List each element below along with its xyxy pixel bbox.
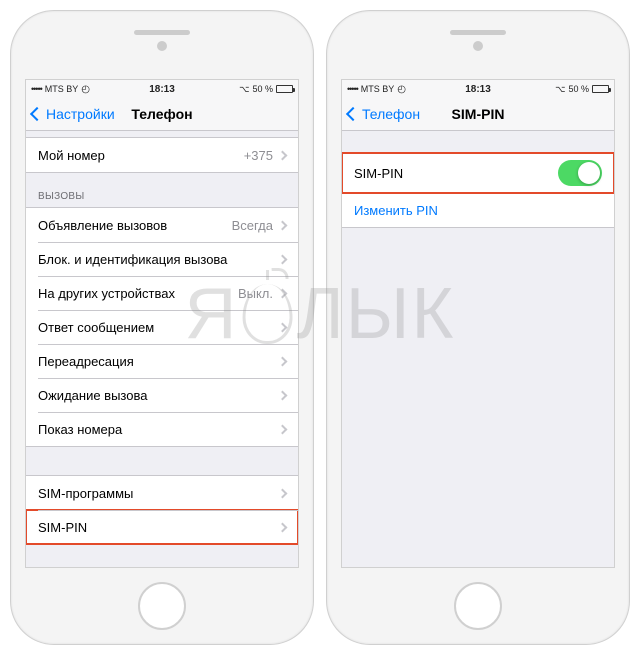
chevron-right-icon: [278, 424, 288, 434]
back-button[interactable]: Телефон: [348, 106, 420, 122]
row-block-id[interactable]: Блок. и идентификация вызова: [26, 242, 298, 276]
back-label: Настройки: [46, 106, 115, 122]
screen-right: MTS BY ◴ 18:13 ⌥ 50 % Телефон SIM-PIN SI…: [341, 79, 615, 568]
status-time: 18:13: [465, 84, 491, 95]
bluetooth-icon: ⌥: [555, 84, 565, 95]
chevron-right-icon: [278, 288, 288, 298]
row-label: SIM-PIN: [354, 166, 558, 181]
row-other-devices[interactable]: На других устройствах Выкл.: [26, 276, 298, 310]
row-label: Изменить PIN: [354, 203, 602, 218]
row-label: Мой номер: [38, 148, 244, 163]
toggle-on-icon[interactable]: [558, 160, 602, 186]
chevron-right-icon: [278, 254, 288, 264]
row-label: Объявление вызовов: [38, 218, 232, 233]
wifi-icon: ◴: [397, 84, 406, 95]
phone-right: MTS BY ◴ 18:13 ⌥ 50 % Телефон SIM-PIN SI…: [326, 10, 630, 645]
navbar: Телефон SIM-PIN: [342, 98, 614, 131]
back-label: Телефон: [362, 106, 420, 122]
carrier-label: MTS BY: [45, 84, 79, 94]
row-label: SIM-PIN: [38, 520, 279, 535]
status-time: 18:13: [149, 84, 175, 95]
row-announce-calls[interactable]: Объявление вызовов Всегда: [26, 208, 298, 242]
row-change-pin[interactable]: Изменить PIN: [342, 193, 614, 227]
row-value: Выкл.: [238, 286, 273, 301]
battery-icon: [276, 85, 293, 93]
group-change-pin: Изменить PIN: [342, 193, 614, 228]
page-title: Телефон: [131, 106, 192, 122]
row-sim-apps[interactable]: SIM-программы: [26, 476, 298, 510]
row-sim-pin[interactable]: SIM-PIN: [26, 510, 298, 544]
row-label: Ответ сообщением: [38, 320, 279, 335]
bluetooth-icon: ⌥: [239, 84, 249, 95]
row-value: Всегда: [232, 218, 273, 233]
group-my-number: Мой номер +375: [26, 137, 298, 173]
row-label: Переадресация: [38, 354, 279, 369]
battery-pct: 50 %: [568, 84, 589, 94]
group-sim-pin-toggle: SIM-PIN: [342, 153, 614, 193]
statusbar: MTS BY ◴ 18:13 ⌥ 50 %: [342, 80, 614, 98]
home-button[interactable]: [454, 582, 502, 630]
screen-left: MTS BY ◴ 18:13 ⌥ 50 % Настройки Телефон …: [25, 79, 299, 568]
battery-icon: [592, 85, 609, 93]
row-label: SIM-программы: [38, 486, 279, 501]
chevron-right-icon: [278, 488, 288, 498]
content[interactable]: SIM-PIN Изменить PIN: [342, 131, 614, 567]
back-button[interactable]: Настройки: [32, 106, 115, 122]
home-button[interactable]: [138, 582, 186, 630]
page-title: SIM-PIN: [452, 106, 505, 122]
row-label: На других устройствах: [38, 286, 238, 301]
section-header-calls: ВЫЗОВЫ: [26, 173, 298, 207]
content[interactable]: Мой номер +375 ВЫЗОВЫ Объявление вызовов…: [26, 131, 298, 567]
row-forwarding[interactable]: Переадресация: [26, 344, 298, 378]
chevron-right-icon: [278, 322, 288, 332]
chevron-left-icon: [30, 107, 44, 121]
row-value: +375: [244, 148, 273, 163]
chevron-right-icon: [278, 390, 288, 400]
chevron-right-icon: [278, 220, 288, 230]
row-sim-pin-toggle[interactable]: SIM-PIN: [342, 154, 614, 192]
signal-dots-icon: [31, 84, 42, 94]
row-call-waiting[interactable]: Ожидание вызова: [26, 378, 298, 412]
wifi-icon: ◴: [81, 84, 90, 95]
signal-dots-icon: [347, 84, 358, 94]
row-show-number[interactable]: Показ номера: [26, 412, 298, 446]
battery-pct: 50 %: [252, 84, 273, 94]
group-sim: SIM-программы SIM-PIN: [26, 475, 298, 545]
chevron-right-icon: [278, 150, 288, 160]
phone-left: MTS BY ◴ 18:13 ⌥ 50 % Настройки Телефон …: [10, 10, 314, 645]
statusbar: MTS BY ◴ 18:13 ⌥ 50 %: [26, 80, 298, 98]
carrier-label: MTS BY: [361, 84, 395, 94]
navbar: Настройки Телефон: [26, 98, 298, 131]
row-my-number[interactable]: Мой номер +375: [26, 138, 298, 172]
row-label: Блок. и идентификация вызова: [38, 252, 279, 267]
chevron-left-icon: [346, 107, 360, 121]
row-label: Показ номера: [38, 422, 279, 437]
group-calls: Объявление вызовов Всегда Блок. и иденти…: [26, 207, 298, 447]
row-respond-message[interactable]: Ответ сообщением: [26, 310, 298, 344]
chevron-right-icon: [278, 522, 288, 532]
chevron-right-icon: [278, 356, 288, 366]
row-label: Ожидание вызова: [38, 388, 279, 403]
